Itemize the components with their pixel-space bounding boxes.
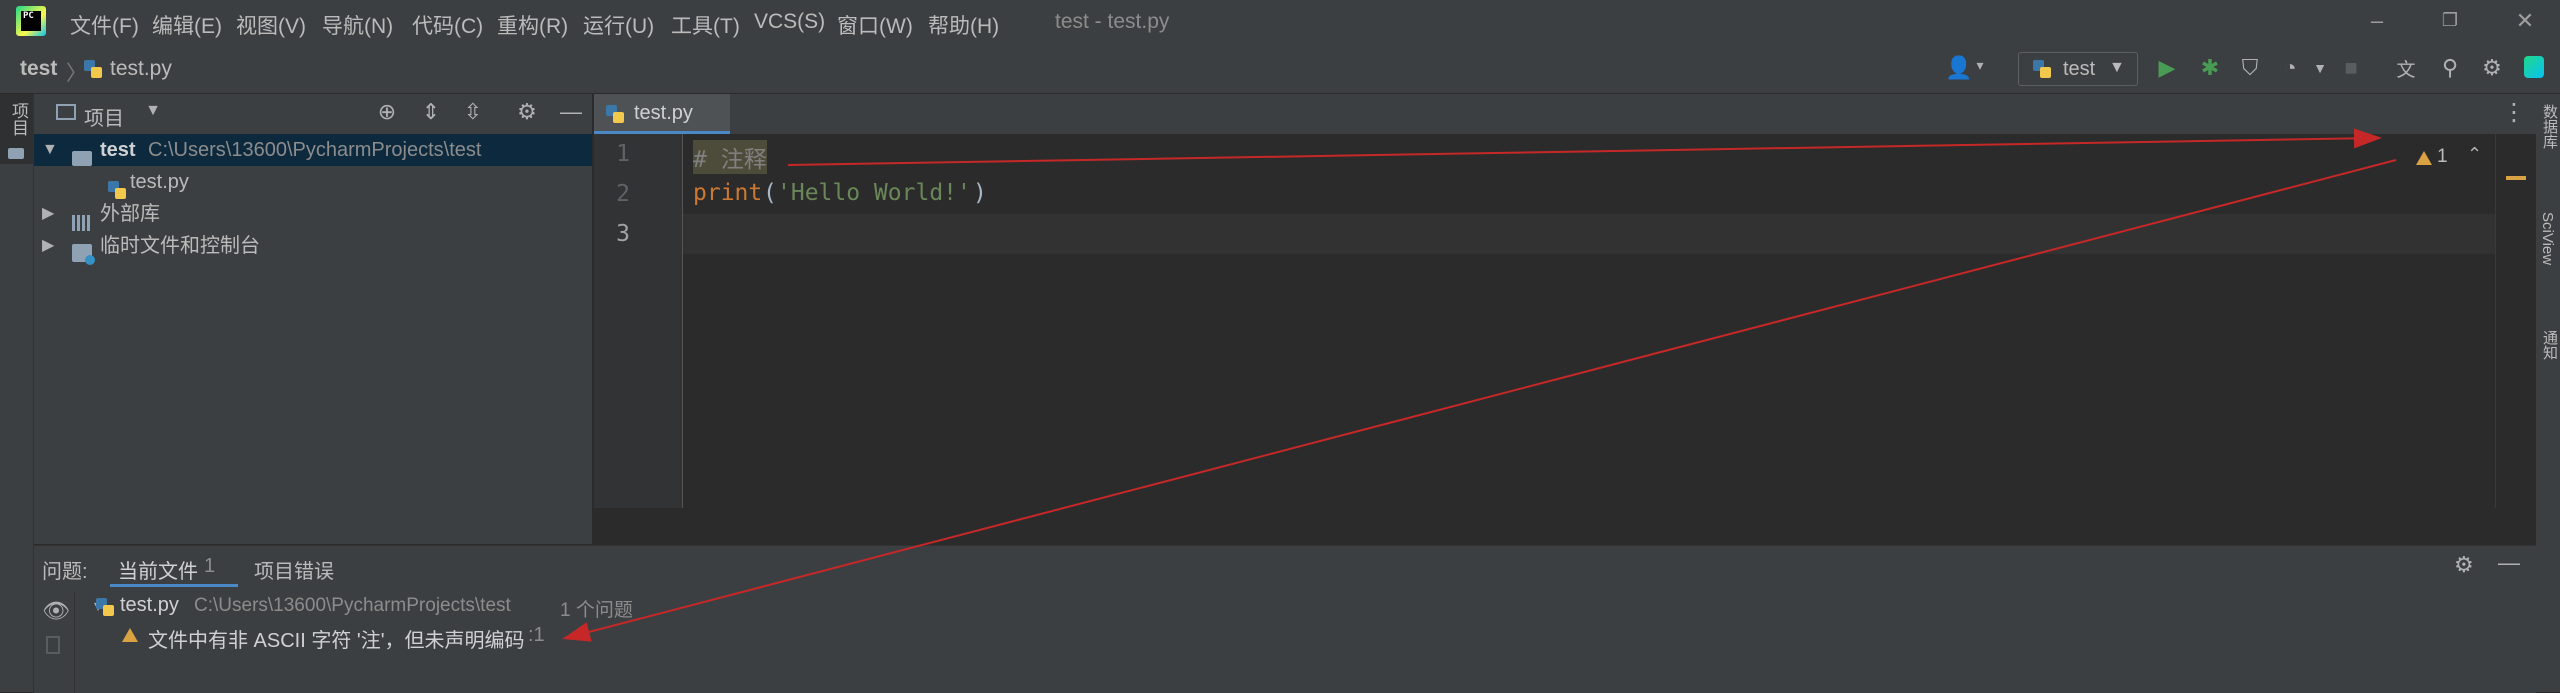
annotation-arrows	[562, 128, 2397, 642]
annotation-arrow-comment-to-warning	[787, 128, 2382, 166]
annotation-arrow-warning-to-problem	[562, 159, 2397, 642]
